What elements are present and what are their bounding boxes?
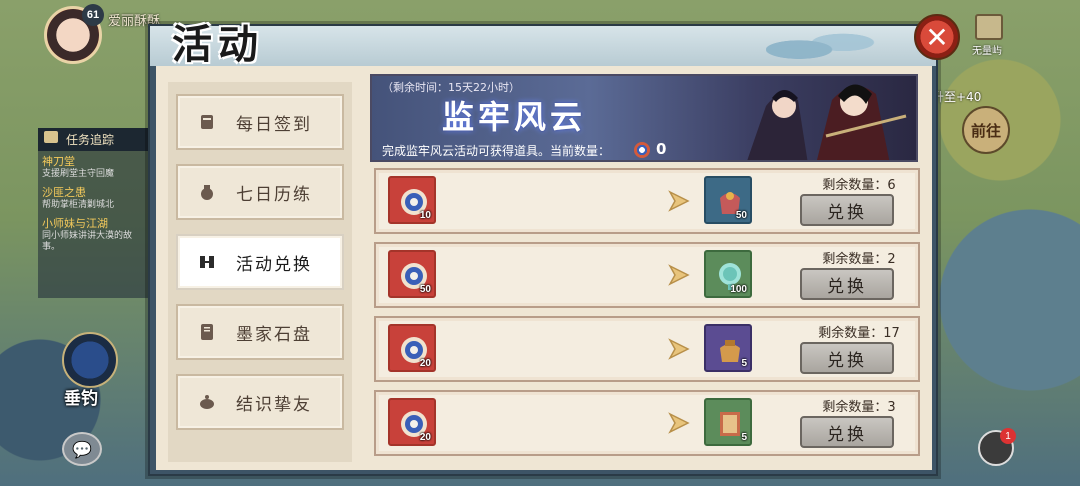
token-cost-slot[interactable]: 20 bbox=[388, 398, 436, 446]
character-art-icon bbox=[747, 84, 907, 160]
event-banner: （剩余时间：15天22小时） 监牢风云 完成监牢风云活动可获得道具。当前数量： … bbox=[370, 74, 918, 162]
exchange-row: 20 5 剩余数量：17 兑换 bbox=[374, 316, 920, 382]
arrow-right-icon bbox=[668, 264, 690, 286]
pouch-icon bbox=[196, 181, 218, 203]
notification-badge: 1 bbox=[1000, 428, 1016, 444]
token-cost-slot[interactable]: 20 bbox=[388, 324, 436, 372]
cost-quantity: 10 bbox=[419, 210, 431, 221]
quest-desc: 支援刷堂主守回魔 bbox=[42, 169, 115, 179]
token-cost-slot[interactable]: 50 bbox=[388, 250, 436, 298]
quest-tracker-header[interactable]: 任务追踪 bbox=[38, 128, 150, 151]
island-shortcut-icon[interactable] bbox=[975, 14, 1003, 40]
exchange-button[interactable]: 兑换 bbox=[800, 194, 894, 226]
remaining-value: 6 bbox=[887, 178, 896, 193]
sidebar-item-label: 每日签到 bbox=[236, 114, 312, 135]
cloud-decoration-icon bbox=[766, 28, 876, 64]
quest-name: 神刀堂 bbox=[42, 155, 75, 168]
sidebar-item-make-friends[interactable]: 结识挚友 bbox=[176, 374, 344, 430]
quest-tracker-title: 任务追踪 bbox=[66, 133, 115, 147]
quest-desc: 帮助掌柜清剿城北 bbox=[42, 200, 115, 210]
goto-button[interactable]: 前往 bbox=[962, 106, 1010, 154]
remaining-quantity: 剩余数量：6 bbox=[804, 174, 914, 193]
cost-quantity: 20 bbox=[419, 432, 431, 443]
scroll-icon bbox=[196, 111, 218, 133]
reward-quantity: 50 bbox=[735, 210, 747, 221]
teapot-icon bbox=[196, 391, 218, 413]
remaining-prefix: 剩余数量： bbox=[822, 252, 888, 267]
cost-quantity: 50 bbox=[419, 284, 431, 295]
sidebar-item-label: 墨家石盘 bbox=[236, 324, 312, 345]
remaining-quantity: 剩余数量：17 bbox=[804, 322, 914, 341]
token-cost-slot[interactable]: 10 bbox=[388, 176, 436, 224]
quest-name: 沙匪之患 bbox=[42, 186, 86, 199]
island-shortcut-label: 无量屿 bbox=[972, 46, 1002, 57]
exchange-button[interactable]: 兑换 bbox=[800, 268, 894, 300]
arrow-right-icon bbox=[668, 412, 690, 434]
sidebar-item-activity-exchange[interactable]: 活动兑换 bbox=[176, 234, 344, 290]
arrow-right-icon bbox=[668, 338, 690, 360]
event-description: 完成监牢风云活动可获得道具。当前数量： bbox=[382, 144, 611, 158]
exchange-row: 20 5 剩余数量：3 兑换 bbox=[374, 390, 920, 456]
close-icon: ✕ bbox=[925, 20, 949, 54]
reward-item-slot[interactable]: 50 bbox=[704, 176, 752, 224]
exchange-button[interactable]: 兑换 bbox=[800, 342, 894, 374]
remaining-value: 2 bbox=[887, 252, 896, 267]
remaining-quantity: 剩余数量：3 bbox=[804, 396, 914, 415]
quest-item[interactable]: 小师妹与江湖 同小师妹讲讲大漠的故事。 bbox=[38, 213, 150, 255]
quest-tracker-panel: 任务追踪 神刀堂 支援刷堂主守回魔 沙匪之患 帮助掌柜清剿城北 小师妹与江湖 同… bbox=[38, 128, 150, 298]
sidebar-item-daily-signin[interactable]: 每日签到 bbox=[176, 94, 344, 150]
fishing-label: 垂钓 bbox=[64, 389, 98, 409]
player-level-badge: 61 bbox=[82, 4, 104, 26]
remaining-value: 3 bbox=[887, 400, 896, 415]
reward-item-slot[interactable]: 5 bbox=[704, 398, 752, 446]
dialog-body: 每日签到 七日历练 活动兑换 墨家石盘 结识挚友 （剩余时间：15天22小时） … bbox=[156, 66, 932, 470]
token-icon bbox=[634, 142, 650, 158]
dialog-title: 活动 bbox=[172, 21, 264, 68]
quest-desc: 同小师妹讲讲大漠的故事。 bbox=[42, 231, 133, 252]
remaining-prefix: 剩余数量： bbox=[818, 326, 884, 341]
quest-item[interactable]: 神刀堂 支援刷堂主守回魔 bbox=[38, 151, 150, 182]
remaining-value: 17 bbox=[883, 326, 900, 341]
book-icon bbox=[44, 131, 58, 143]
arrow-right-icon bbox=[668, 190, 690, 212]
sidebar-item-label: 活动兑换 bbox=[236, 254, 312, 275]
exchange-row: 10 50 剩余数量：6 兑换 bbox=[374, 168, 920, 234]
chat-bubble-icon: 💬 bbox=[72, 439, 92, 459]
dialog-header bbox=[150, 26, 936, 66]
quest-name: 小师妹与江湖 bbox=[42, 217, 108, 230]
remaining-prefix: 剩余数量： bbox=[822, 178, 888, 193]
reward-item-slot[interactable]: 100 bbox=[704, 250, 752, 298]
close-button[interactable]: ✕ bbox=[914, 14, 960, 60]
cost-quantity: 20 bbox=[419, 358, 431, 369]
reward-quantity: 100 bbox=[730, 284, 747, 295]
remaining-prefix: 剩余数量： bbox=[822, 400, 888, 415]
reward-quantity: 5 bbox=[741, 358, 747, 369]
sidebar-item-seven-day-trial[interactable]: 七日历练 bbox=[176, 164, 344, 220]
remaining-quantity: 剩余数量：2 bbox=[804, 248, 914, 267]
event-shortcut-button[interactable]: 1 bbox=[978, 428, 1016, 466]
stone-tablet-icon bbox=[196, 321, 218, 343]
reward-quantity: 5 bbox=[741, 432, 747, 443]
sidebar-item-mohist-stone[interactable]: 墨家石盘 bbox=[176, 304, 344, 360]
activity-dialog: 活动 ✕ 每日签到 七日历练 活动兑换 墨家石盘 结识挚友 （剩余时间：15天2… bbox=[148, 14, 960, 476]
sidebar-item-label: 结识挚友 bbox=[236, 394, 312, 415]
exchange-icon bbox=[196, 251, 218, 273]
event-title: 监牢风云 bbox=[442, 98, 587, 136]
reward-item-slot[interactable]: 5 bbox=[704, 324, 752, 372]
exchange-row: 50 100 剩余数量：2 兑换 bbox=[374, 242, 920, 308]
activity-sidebar[interactable]: 每日签到 七日历练 活动兑换 墨家石盘 结识挚友 bbox=[168, 82, 352, 462]
token-count: 0 bbox=[656, 140, 667, 158]
quest-item[interactable]: 沙匪之患 帮助掌柜清剿城北 bbox=[38, 182, 150, 213]
exchange-button[interactable]: 兑换 bbox=[800, 416, 894, 448]
sidebar-item-label: 七日历练 bbox=[236, 184, 312, 205]
fishing-button[interactable] bbox=[62, 332, 118, 388]
chat-button[interactable]: 💬 bbox=[62, 432, 102, 466]
goto-hint-text: 升至+40 bbox=[932, 90, 982, 104]
